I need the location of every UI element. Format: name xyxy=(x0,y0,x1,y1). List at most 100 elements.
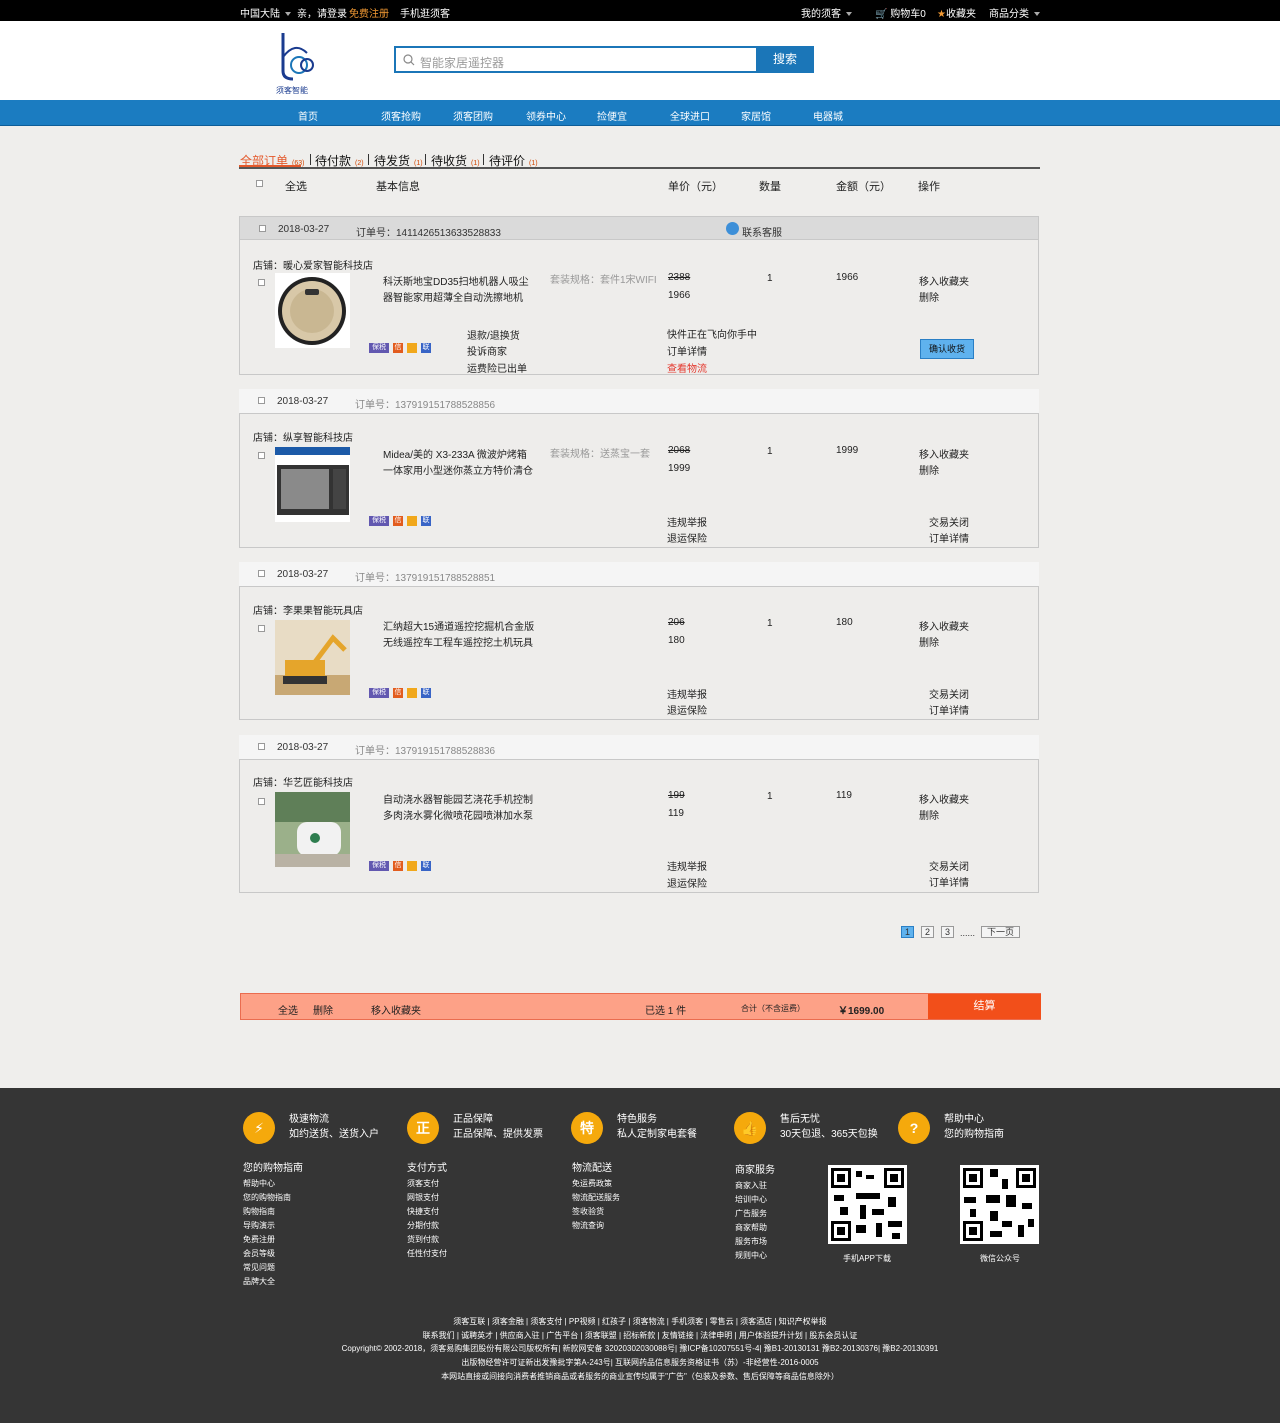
item-checkbox[interactable] xyxy=(258,452,265,459)
search-input[interactable]: 智能家居遥控器 xyxy=(394,46,756,73)
footer-link[interactable]: 培训中心 xyxy=(735,1193,775,1207)
contact-service-link[interactable]: 联系客服 xyxy=(742,224,782,239)
product-title-line1[interactable]: 汇纳超大15通道遥控挖掘机合金版 xyxy=(383,618,534,633)
product-title-line2[interactable]: 无线遥控车工程车遥控挖土机玩具 xyxy=(383,634,533,649)
page-1-button[interactable]: 1 xyxy=(901,926,914,938)
footer-link[interactable]: 会员等级 xyxy=(243,1247,303,1261)
checkout-button[interactable]: 结算 xyxy=(928,994,1041,1019)
confirm-receipt-button[interactable]: 确认收货 xyxy=(920,339,974,359)
delete-link[interactable]: 删除 xyxy=(919,462,939,477)
footer-link[interactable]: 规则中心 xyxy=(735,1249,775,1263)
bulk-delete-link[interactable]: 删除 xyxy=(313,1002,333,1017)
delete-link[interactable]: 删除 xyxy=(919,634,939,649)
product-title-line1[interactable]: 科沃斯地宝DD35扫地机器人吸尘 xyxy=(383,273,529,288)
favorites-link[interactable]: ★收藏夹 xyxy=(937,5,976,20)
nav-item-flash-sale[interactable]: 须客抢购 xyxy=(381,108,421,123)
page-3-button[interactable]: 3 xyxy=(941,926,954,938)
footer-links-row2[interactable]: 联系我们 | 诚聘英才 | 供应商入驻 | 广告平台 | 须客联盟 | 招标新款… xyxy=(0,1330,1280,1341)
refund-link[interactable]: 退款/退换货 xyxy=(467,327,520,342)
report-violation-link[interactable]: 违规举报 xyxy=(667,514,707,529)
my-account-menu[interactable]: 我的须客 xyxy=(801,5,852,20)
delete-link[interactable]: 删除 xyxy=(919,807,939,822)
product-image[interactable] xyxy=(275,620,350,695)
order-details-link[interactable]: 订单详情 xyxy=(929,874,969,889)
product-image[interactable] xyxy=(275,447,350,522)
item-checkbox[interactable] xyxy=(258,798,265,805)
footer-link[interactable]: 您的购物指南 xyxy=(243,1191,303,1205)
logo[interactable]: 须客智能 xyxy=(275,31,315,95)
nav-item-group-buy[interactable]: 须客团购 xyxy=(453,108,493,123)
shipping-insurance-link[interactable]: 运费险已出单 xyxy=(467,360,527,375)
select-all-link[interactable]: 全选 xyxy=(278,1002,298,1017)
shop-name[interactable]: 店铺：华艺匠能科技店 xyxy=(253,774,353,789)
nav-item-home[interactable]: 首页 xyxy=(298,108,318,123)
cart-link[interactable]: 🛒 购物车0 xyxy=(875,5,926,20)
product-image[interactable] xyxy=(275,792,350,867)
footer-link[interactable]: 快捷支付 xyxy=(407,1205,447,1219)
shop-name[interactable]: 店铺：暖心爱家智能科技店 xyxy=(253,257,373,272)
footer-link[interactable]: 货到付款 xyxy=(407,1233,447,1247)
nav-item-appliances[interactable]: 电器城 xyxy=(813,108,843,123)
footer-link[interactable]: 免运费政策 xyxy=(572,1177,620,1191)
footer-link[interactable]: 须客支付 xyxy=(407,1177,447,1191)
product-title-line1[interactable]: Midea/美的 X3-233A 微波炉烤箱 xyxy=(383,446,527,461)
product-title-line2[interactable]: 一体家用小型迷你蒸立方特价清仓 xyxy=(383,462,533,477)
move-to-favorites-link[interactable]: 移入收藏夹 xyxy=(919,791,969,806)
footer-link[interactable]: 免费注册 xyxy=(243,1233,303,1247)
item-checkbox[interactable] xyxy=(258,625,265,632)
register-link[interactable]: 免费注册 xyxy=(349,5,389,20)
shop-name[interactable]: 店铺：纵享智能科技店 xyxy=(253,429,353,444)
product-title-line1[interactable]: 自动浇水器智能园艺浇花手机控制 xyxy=(383,791,533,806)
return-insurance-link[interactable]: 退运保险 xyxy=(667,875,707,890)
page-2-button[interactable]: 2 xyxy=(921,926,934,938)
report-violation-link[interactable]: 违规举报 xyxy=(667,686,707,701)
footer-links-row1[interactable]: 须客互联 | 须客金融 | 须客支付 | PP视频 | 红孩子 | 须客物流 |… xyxy=(0,1316,1280,1327)
delete-link[interactable]: 删除 xyxy=(919,289,939,304)
order-checkbox[interactable] xyxy=(259,225,266,232)
footer-link[interactable]: 商家帮助 xyxy=(735,1221,775,1235)
login-link[interactable]: 亲，请登录 xyxy=(297,5,347,20)
complain-link[interactable]: 投诉商家 xyxy=(467,343,507,358)
return-insurance-link[interactable]: 退运保险 xyxy=(667,702,707,717)
order-checkbox[interactable] xyxy=(258,397,265,404)
product-image[interactable] xyxy=(275,273,350,348)
track-logistics-link[interactable]: 查看物流 xyxy=(667,360,707,375)
region-selector[interactable]: 中国大陆 xyxy=(240,5,291,20)
return-insurance-link[interactable]: 退运保险 xyxy=(667,530,707,545)
footer-link[interactable]: 服务市场 xyxy=(735,1235,775,1249)
footer-link[interactable]: 物流配送服务 xyxy=(572,1191,620,1205)
nav-item-global[interactable]: 全球进口 xyxy=(670,108,710,123)
categories-menu[interactable]: 商品分类 xyxy=(989,5,1040,20)
product-title-line2[interactable]: 多肉浇水雾化微喷花园喷淋加水泵 xyxy=(383,807,533,822)
order-checkbox[interactable] xyxy=(258,743,265,750)
move-to-favorites-link[interactable]: 移入收藏夹 xyxy=(919,446,969,461)
footer-link[interactable]: 品牌大全 xyxy=(243,1275,303,1289)
select-all-checkbox[interactable] xyxy=(256,180,263,187)
order-details-link[interactable]: 订单详情 xyxy=(929,702,969,717)
item-checkbox[interactable] xyxy=(258,279,265,286)
search-button[interactable]: 搜索 xyxy=(756,46,814,73)
next-page-button[interactable]: 下一页 xyxy=(981,926,1020,938)
footer-link[interactable]: 商家入驻 xyxy=(735,1179,775,1193)
footer-link[interactable]: 帮助中心 xyxy=(243,1177,303,1191)
footer-link[interactable]: 导购演示 xyxy=(243,1219,303,1233)
nav-item-coupons[interactable]: 领券中心 xyxy=(526,108,566,123)
footer-link[interactable]: 购物指南 xyxy=(243,1205,303,1219)
order-details-link[interactable]: 订单详情 xyxy=(667,343,707,358)
mobile-link[interactable]: 手机逛须客 xyxy=(400,5,450,20)
order-checkbox[interactable] xyxy=(258,570,265,577)
product-title-line2[interactable]: 器智能家用超薄全自动洗擦地机 xyxy=(383,289,523,304)
footer-link[interactable]: 网银支付 xyxy=(407,1191,447,1205)
order-details-link[interactable]: 订单详情 xyxy=(929,530,969,545)
footer-link[interactable]: 广告服务 xyxy=(735,1207,775,1221)
move-to-favorites-link[interactable]: 移入收藏夹 xyxy=(919,618,969,633)
footer-link[interactable]: 分期付款 xyxy=(407,1219,447,1233)
nav-item-home-living[interactable]: 家居馆 xyxy=(741,108,771,123)
footer-link[interactable]: 物流查询 xyxy=(572,1219,620,1233)
footer-link[interactable]: 任性付支付 xyxy=(407,1247,447,1261)
bulk-move-favorites-link[interactable]: 移入收藏夹 xyxy=(371,1002,421,1017)
footer-link[interactable]: 签收验货 xyxy=(572,1205,620,1219)
footer-link[interactable]: 常见问题 xyxy=(243,1261,303,1275)
nav-item-bargains[interactable]: 捡便宜 xyxy=(597,108,627,123)
shop-name[interactable]: 店铺：李果果智能玩具店 xyxy=(253,602,363,617)
